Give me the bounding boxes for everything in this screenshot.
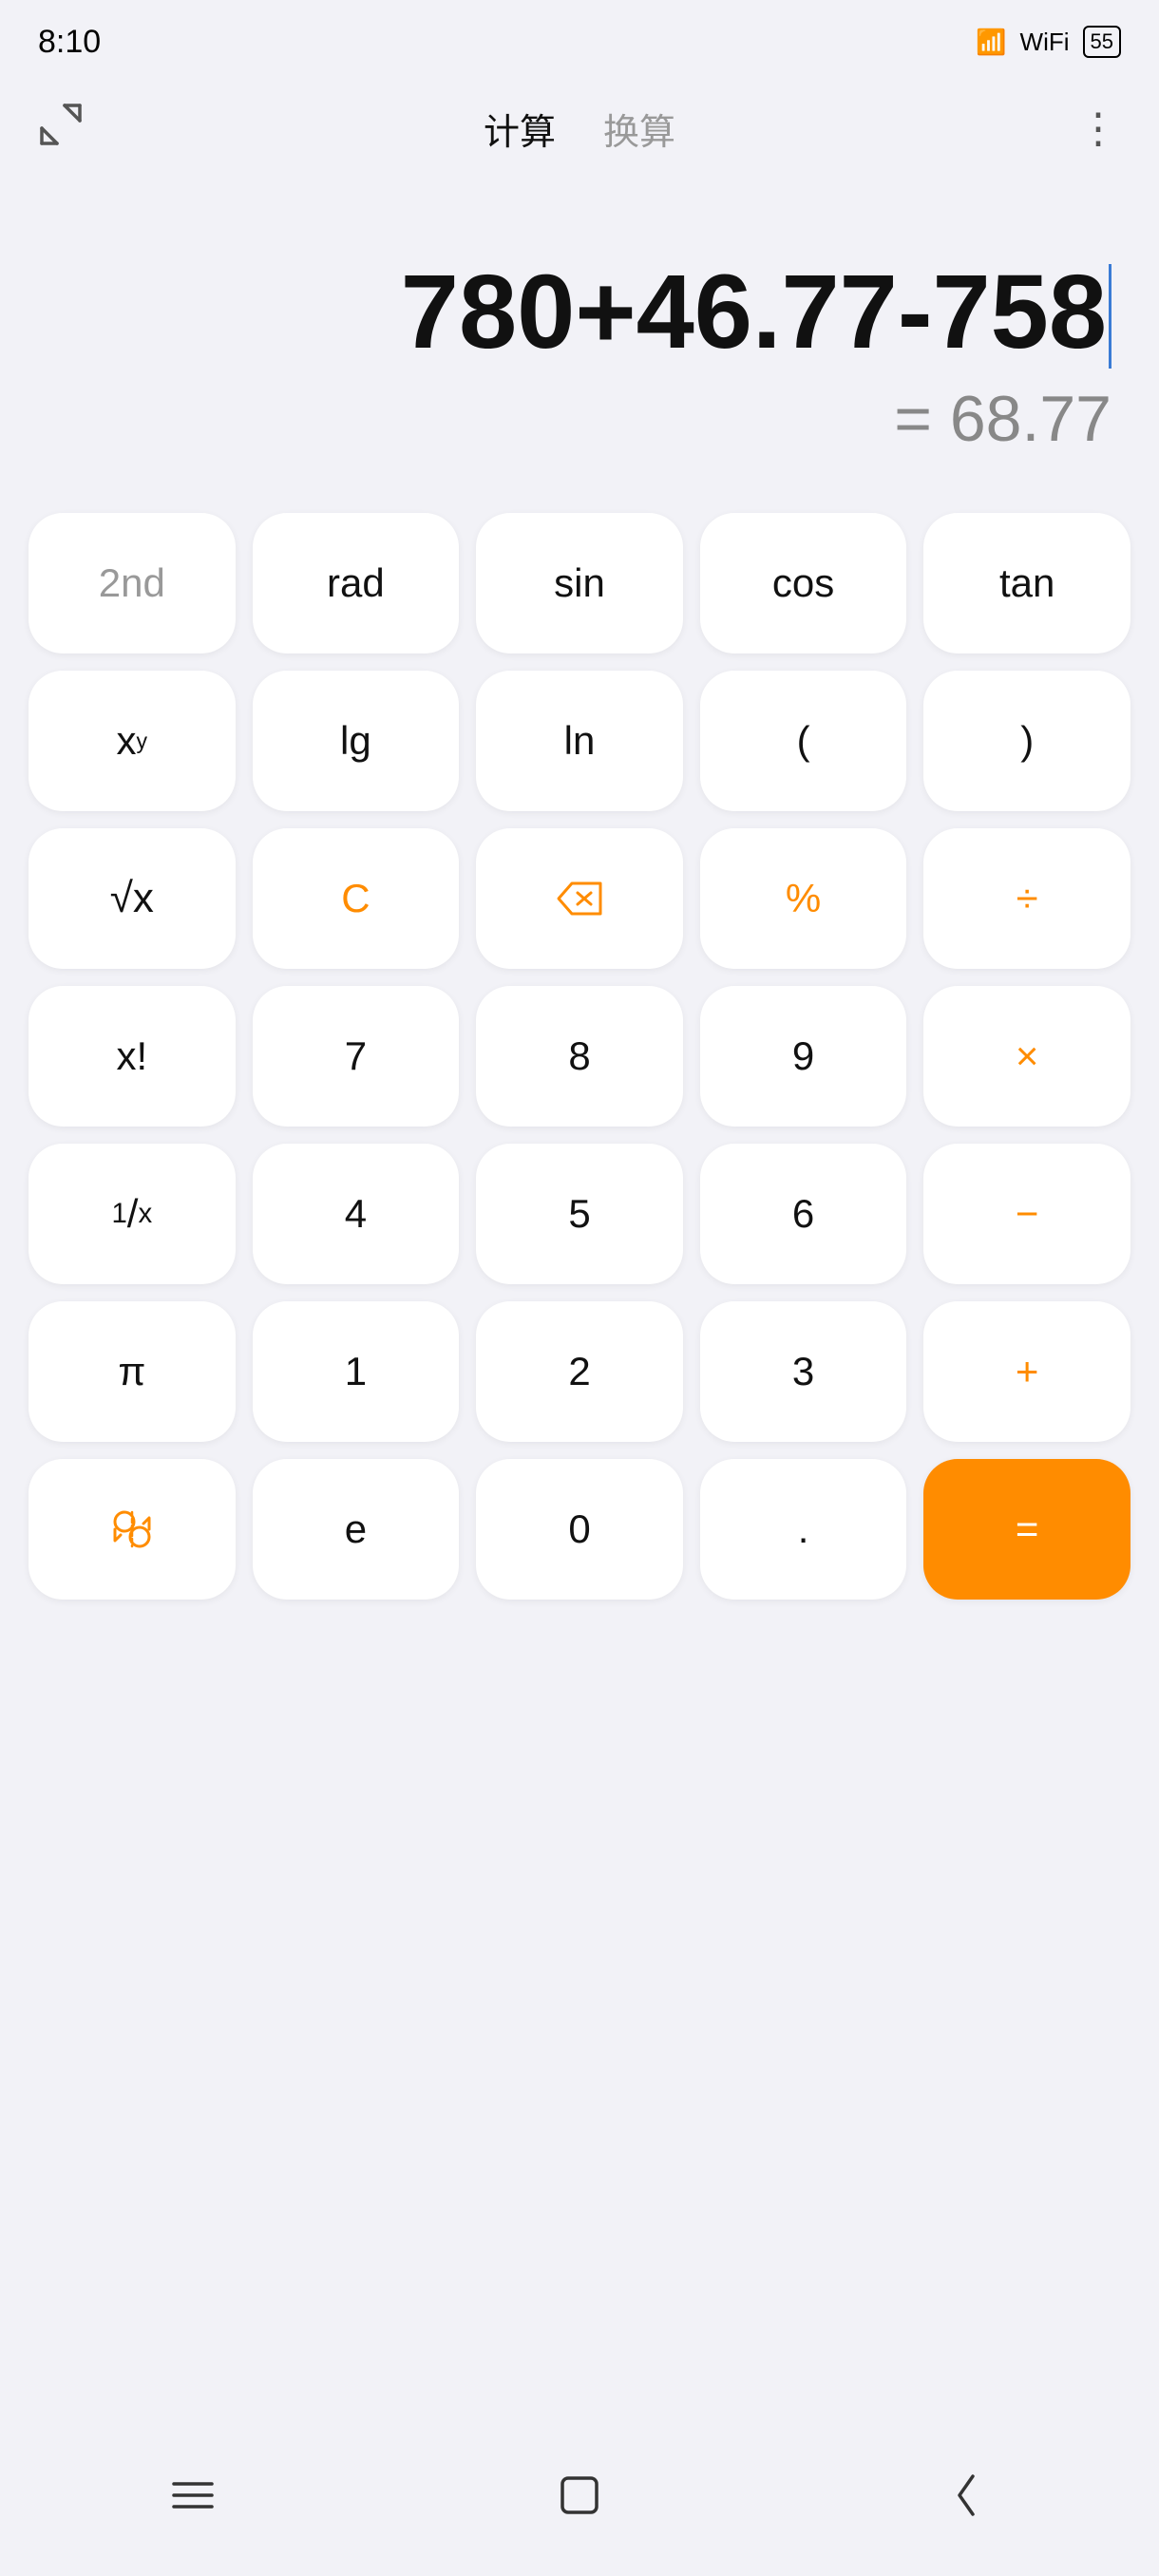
key-cos[interactable]: cos [700,513,907,653]
key-sqrt[interactable]: √x [28,828,236,969]
result-display: = 68.77 [894,382,1112,456]
key-2nd[interactable]: 2nd [28,513,236,653]
key-4[interactable]: 4 [253,1144,460,1284]
nav-convert[interactable]: 换算 [603,103,675,155]
key-sin[interactable]: sin [476,513,683,653]
key-rand[interactable] [28,1459,236,1600]
key-row-3: √x C % ÷ [28,828,1130,969]
key-open-paren[interactable]: ( [700,671,907,811]
key-divide[interactable]: ÷ [923,828,1130,969]
key-clear[interactable]: C [253,828,460,969]
key-3[interactable]: 3 [700,1301,907,1442]
key-1[interactable]: 1 [253,1301,460,1442]
header-left [38,102,114,156]
key-row-2: xy lg ln ( ) [28,671,1130,811]
key-decimal[interactable]: . [700,1459,907,1600]
status-time: 8:10 [38,24,101,61]
key-row-6: π 1 2 3 + [28,1301,1130,1442]
key-reciprocal[interactable]: 1/x [28,1144,236,1284]
key-ln[interactable]: ln [476,671,683,811]
nav-home-button[interactable] [542,2457,618,2533]
header-right: ⋮ [1045,104,1121,153]
key-row-1: 2nd rad sin cos tan [28,513,1130,653]
key-2[interactable]: 2 [476,1301,683,1442]
status-icons: 📶 WiFi 55 [976,26,1121,58]
key-factorial[interactable]: x! [28,986,236,1127]
key-rad[interactable]: rad [253,513,460,653]
expression-display: 780+46.77-758 [401,255,1112,372]
key-backspace[interactable] [476,828,683,969]
bottom-nav [0,2443,1159,2576]
header: 计算 换算 ⋮ [0,76,1159,171]
nav-menu-button[interactable] [155,2457,231,2533]
key-9[interactable]: 9 [700,986,907,1127]
key-7[interactable]: 7 [253,986,460,1127]
key-add[interactable]: + [923,1301,1130,1442]
key-row-7: e 0 . = [28,1459,1130,1600]
key-xy[interactable]: xy [28,671,236,811]
collapse-icon[interactable] [38,116,84,155]
key-8[interactable]: 8 [476,986,683,1127]
key-pi[interactable]: π [28,1301,236,1442]
key-6[interactable]: 6 [700,1144,907,1284]
more-icon[interactable]: ⋮ [1077,104,1121,153]
status-bar: 8:10 📶 WiFi 55 [0,0,1159,76]
nav-calc[interactable]: 计算 [484,103,556,155]
key-close-paren[interactable]: ) [923,671,1130,811]
key-multiply[interactable]: × [923,986,1130,1127]
key-percent[interactable]: % [700,828,907,969]
keyboard: 2nd rad sin cos tan xy lg ln ( ) √x C % … [0,494,1159,1619]
key-row-5: 1/x 4 5 6 − [28,1144,1130,1284]
battery-icon: 55 [1083,26,1121,58]
display-area: 780+46.77-758 = 68.77 [0,171,1159,475]
key-0[interactable]: 0 [476,1459,683,1600]
header-nav: 计算 换算 [484,103,675,155]
key-tan[interactable]: tan [923,513,1130,653]
cursor [1109,264,1112,369]
key-e[interactable]: e [253,1459,460,1600]
nav-back-button[interactable] [928,2457,1004,2533]
key-equals[interactable]: = [923,1459,1130,1600]
expression-text: 780+46.77-758 [401,254,1107,370]
key-5[interactable]: 5 [476,1144,683,1284]
key-lg[interactable]: lg [253,671,460,811]
wifi-icon: WiFi [1020,28,1070,57]
key-row-4: x! 7 8 9 × [28,986,1130,1127]
signal-icon: 📶 [976,28,1006,57]
key-subtract[interactable]: − [923,1144,1130,1284]
